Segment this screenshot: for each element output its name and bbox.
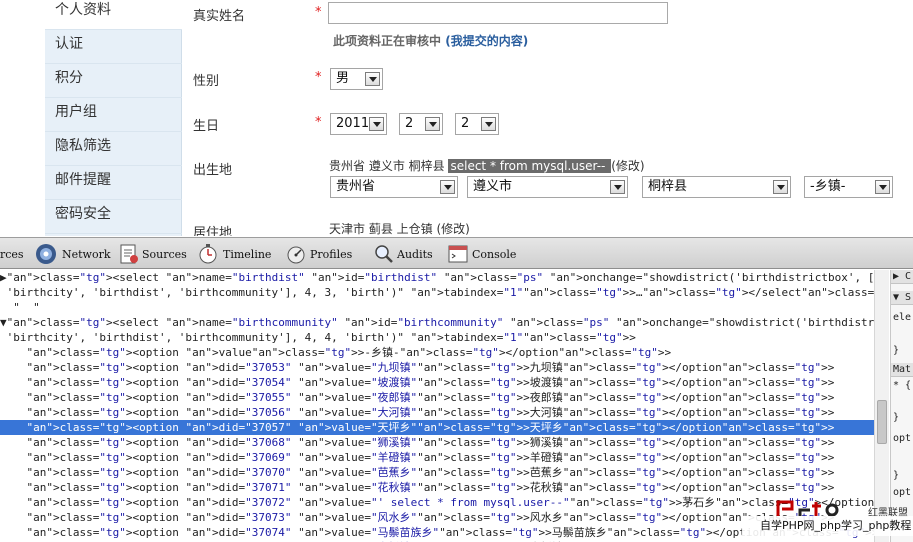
site-watermark: 红黑联盟 P 自学PHP网_php学习_php教程 — [742, 496, 913, 542]
tab-profiles[interactable]: Profiles — [310, 244, 352, 266]
chevron-down-icon — [369, 117, 384, 131]
chevron-down-icon — [481, 117, 496, 131]
tab-network[interactable]: Network — [62, 244, 111, 266]
style-rule: ele — [893, 312, 912, 323]
sidebar-item-usergroup[interactable]: 用户组 — [45, 98, 182, 132]
sidebar-item-points[interactable]: 积分 — [45, 64, 182, 98]
chevron-down-icon — [773, 180, 788, 194]
sidebar-item-privacy[interactable]: 隐私筛选 — [45, 132, 182, 166]
timeline-icon — [199, 244, 217, 264]
dom-tree-line[interactable]: ▶"an">class="tg"><select "an">name="birt… — [0, 270, 874, 285]
required-mark: * — [315, 115, 322, 130]
required-mark: * — [315, 5, 322, 20]
community-select[interactable]: -乡镇- — [804, 176, 893, 198]
sidebar: 个人资料 认证 积分 用户组 隐私筛选 邮件提醒 密码安全 — [45, 0, 182, 236]
dom-tree-line[interactable]: "an">class="tg"><option "an">did="37054"… — [0, 375, 874, 390]
tab-console[interactable]: Console — [472, 244, 516, 266]
watermark-banner: P 自学PHP网_php学习_php教程 — [742, 516, 913, 536]
city-select[interactable]: 遵义市 — [467, 176, 628, 198]
dom-tree-line[interactable]: 'birthcity', 'birthdist', 'birthcommunit… — [0, 285, 874, 300]
style-rule: * { — [893, 380, 912, 391]
modify-link[interactable]: (修改) — [611, 159, 644, 173]
console-icon — [448, 245, 468, 263]
residence-display: 天津市 蓟县 上仓镇 (修改) — [329, 222, 470, 236]
computed-style-header[interactable]: ▶ C — [893, 271, 911, 282]
realname-input[interactable] — [328, 2, 668, 24]
dom-tree-line[interactable]: " " — [0, 300, 874, 315]
dom-tree-line[interactable]: "an">class="tg"><option "an">did="37055"… — [0, 390, 874, 405]
dom-tree-line[interactable]: "an">class="tg"><option "an">value"an">c… — [0, 345, 874, 360]
profiles-icon — [287, 246, 305, 264]
audits-icon — [375, 245, 393, 263]
chevron-down-icon — [425, 117, 440, 131]
birth-day-select[interactable]: 2 — [455, 113, 499, 135]
my-submission-link[interactable]: (我提交的内容) — [445, 34, 528, 48]
birthday-label: 生日 — [193, 119, 220, 134]
gender-label: 性别 — [193, 74, 220, 89]
tab-resources[interactable]: rces — [0, 244, 24, 266]
profile-page: 个人资料 认证 积分 用户组 隐私筛选 邮件提醒 密码安全 真实姓名 * 此项资… — [0, 0, 913, 236]
chevron-down-icon — [610, 180, 625, 194]
dom-tree-line[interactable]: "an">class="tg"><option "an">did="37053"… — [0, 360, 874, 375]
injected-highlight: select * from mysql.user-- — [448, 159, 612, 173]
birth-year-select[interactable]: 2011 — [330, 113, 387, 135]
sidebar-item-profile[interactable]: 个人资料 — [45, 0, 182, 30]
style-rule: opt — [893, 433, 912, 444]
tab-timeline[interactable]: Timeline — [223, 244, 271, 266]
birthplace-label: 出生地 — [193, 163, 233, 178]
required-mark: * — [315, 70, 322, 85]
sidebar-item-password[interactable]: 密码安全 — [45, 200, 182, 234]
dom-tree-line[interactable]: "an">class="tg"><option "an">did="37069"… — [0, 450, 874, 465]
dom-tree-line[interactable]: 'birthcity', 'birthdist', 'birthcommunit… — [0, 330, 874, 345]
province-select[interactable]: 贵州省 — [330, 176, 458, 198]
style-rule-close: } — [893, 412, 900, 423]
chevron-down-icon — [365, 72, 380, 86]
sources-icon — [120, 244, 138, 264]
sidebar-item-email[interactable]: 邮件提醒 — [45, 166, 182, 200]
dom-tree-line[interactable]: "an">class="tg"><option "an">did="37068"… — [0, 435, 874, 450]
review-note: 此项资料正在审核中 (我提交的内容) — [333, 34, 529, 48]
sidebar-item-verify[interactable]: 认证 — [45, 30, 182, 64]
dom-tree-line[interactable]: "an">class="tg"><option "an">did="37070"… — [0, 465, 874, 480]
birth-month-select[interactable]: 2 — [399, 113, 443, 135]
dom-tree-line[interactable]: ▼"an">class="tg"><select "an">name="birt… — [0, 315, 874, 330]
dom-tree-line[interactable]: "an">class="tg"><option "an">did="37056"… — [0, 405, 874, 420]
district-select[interactable]: 桐梓县 — [642, 176, 791, 198]
tab-audits[interactable]: Audits — [397, 244, 433, 266]
style-rule-close: } — [893, 470, 900, 481]
dom-tree-line[interactable]: "an">class="tg"><option "an">did="37057"… — [0, 420, 874, 435]
dom-tree-line[interactable]: "an">class="tg"><option "an">did="37071"… — [0, 480, 874, 495]
site-logo-icon — [776, 500, 839, 517]
chevron-down-icon — [875, 180, 890, 194]
gender-select[interactable]: 男 — [330, 68, 383, 90]
matched-rules-header: Mat — [893, 364, 912, 375]
tab-sources[interactable]: Sources — [142, 244, 187, 266]
scrollbar-thumb[interactable] — [877, 400, 887, 444]
styles-header[interactable]: ▼ S — [893, 292, 911, 303]
devtools-toolbar: rces Network Sources Timeline Profiles A… — [0, 237, 913, 269]
residence-label: 居住地 — [193, 226, 233, 236]
style-rule-close: } — [893, 345, 900, 356]
realname-label: 真实姓名 — [193, 9, 246, 24]
network-icon — [36, 244, 56, 264]
birthplace-display: 贵州省 遵义市 桐梓县 select * from mysql.user-- (… — [329, 159, 645, 173]
chevron-down-icon — [440, 180, 455, 194]
